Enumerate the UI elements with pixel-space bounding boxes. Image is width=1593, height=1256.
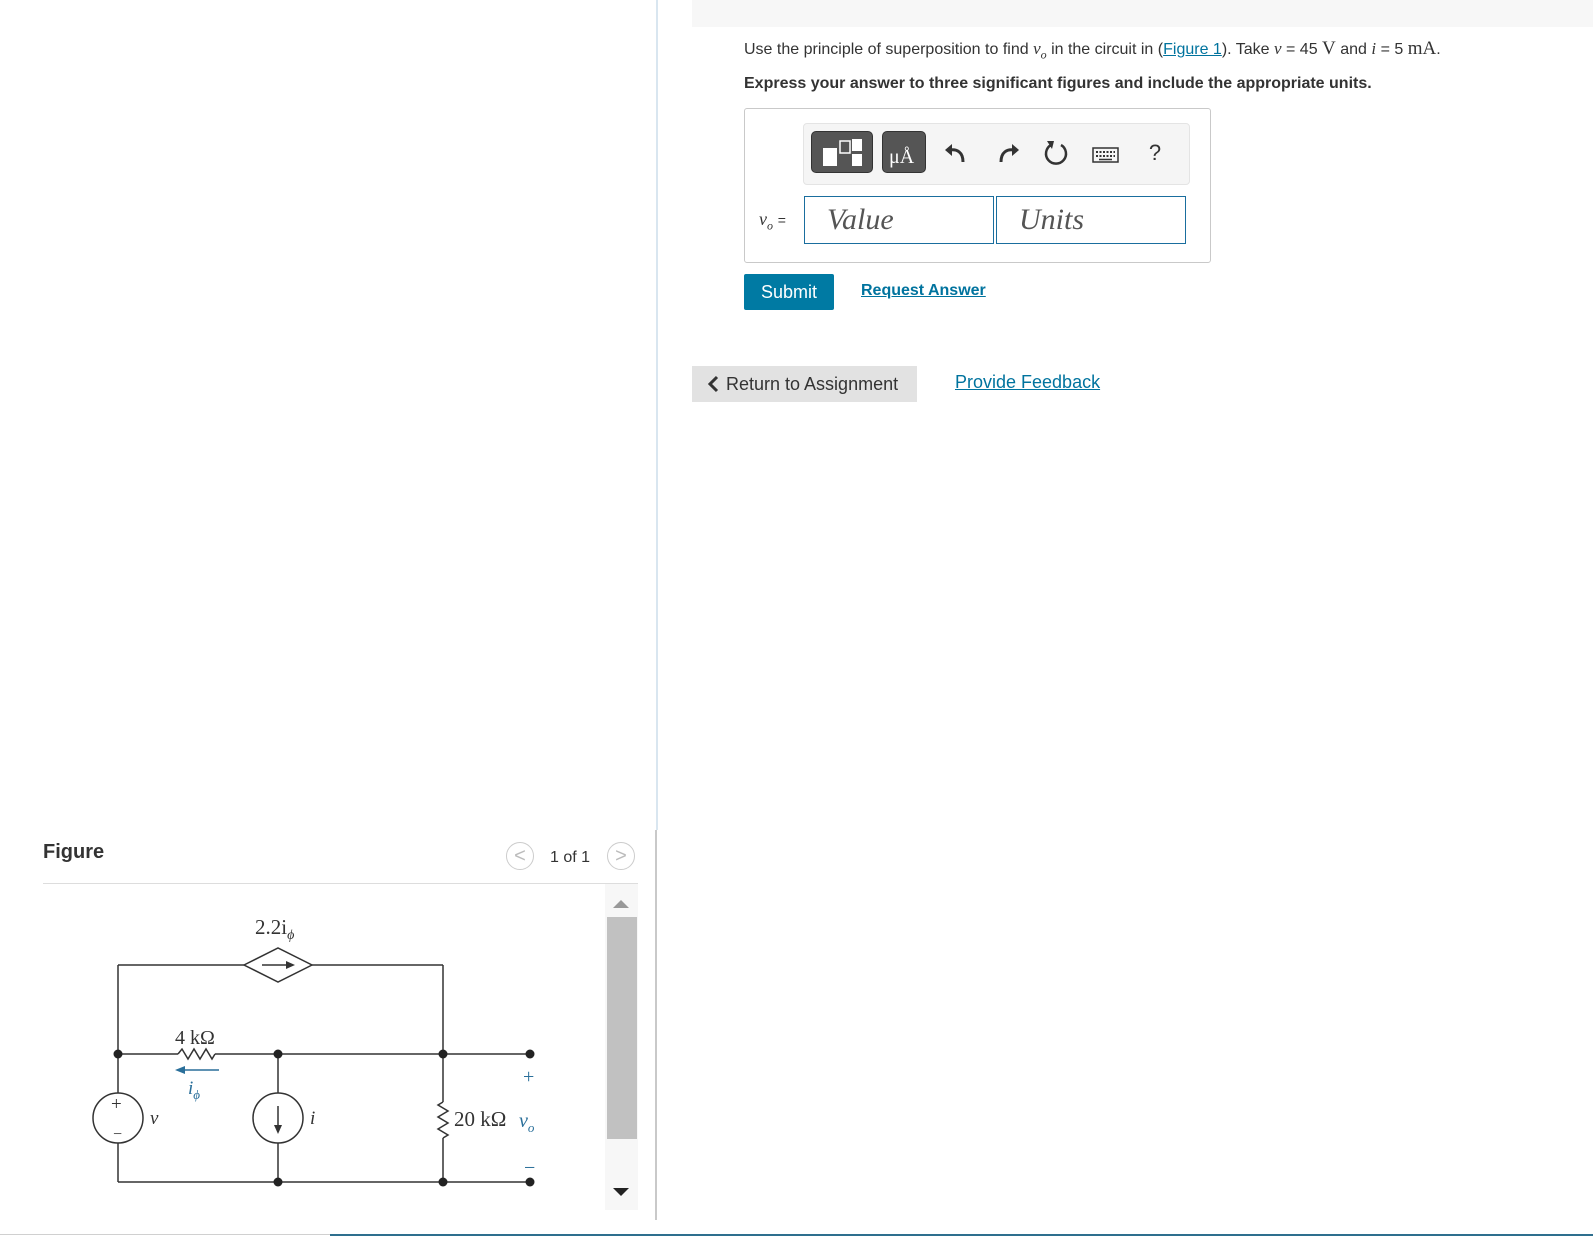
return-to-assignment-button[interactable]: Return to Assignment: [692, 366, 917, 402]
undo-button[interactable]: [941, 138, 971, 168]
submit-button[interactable]: Submit: [744, 274, 834, 310]
reset-button[interactable]: [1041, 138, 1071, 168]
v-source-label: v: [150, 1108, 159, 1129]
keyboard-icon: [1092, 147, 1119, 163]
dependent-source-label: 2.2iϕ: [255, 915, 294, 943]
panel-divider: [656, 0, 658, 830]
bottom-accent-line: [330, 1234, 1593, 1236]
figure-pager: 1 of 1: [550, 849, 591, 866]
figure-link[interactable]: Figure 1: [1163, 41, 1222, 58]
units-input[interactable]: Units: [996, 196, 1186, 244]
templates-button[interactable]: [811, 131, 873, 173]
chevron-left-icon: [707, 375, 719, 393]
vo-symbol: vo: [1033, 39, 1047, 62]
i-phi-label: iϕ: [188, 1078, 200, 1102]
undo-icon: [945, 144, 965, 163]
figure-title: Figure: [43, 841, 105, 863]
r2-label: 20 kΩ: [454, 1107, 506, 1131]
source-plus: +: [111, 1094, 122, 1115]
r1-label: 4 kΩ: [175, 1027, 215, 1049]
vo-label: vo: [519, 1110, 535, 1135]
help-button[interactable]: ?: [1140, 138, 1170, 168]
provide-feedback-link[interactable]: Provide Feedback: [955, 372, 1100, 393]
i-source-label: i: [310, 1108, 315, 1129]
redo-button[interactable]: [993, 138, 1023, 168]
next-figure-button[interactable]: >: [607, 842, 635, 870]
panel-divider-lower: [655, 830, 657, 1220]
source-minus: −: [113, 1126, 122, 1143]
vo-minus: −: [524, 1157, 535, 1179]
units-button[interactable]: μÅ: [882, 131, 926, 173]
circuit-diagram: 2.2iϕ 4 kΩ iϕ + − v i 20 kΩ vo + −: [92, 915, 535, 1187]
scrollbar-thumb[interactable]: [607, 917, 637, 1139]
redo-icon: [999, 144, 1019, 163]
keyboard-button[interactable]: [1090, 138, 1122, 168]
value-input[interactable]: Value: [804, 196, 994, 244]
request-answer-link[interactable]: Request Answer: [861, 282, 986, 300]
prev-figure-button[interactable]: <: [506, 842, 534, 870]
reset-icon: [1044, 141, 1068, 165]
units-icon: μÅ: [889, 146, 915, 168]
templates-icon: [823, 139, 862, 166]
answer-instructions: Express your answer to three significant…: [744, 75, 1372, 92]
vo-plus: +: [523, 1066, 534, 1088]
top-band: [692, 0, 1593, 27]
problem-statement: Use the principle of superposition to fi…: [744, 38, 1441, 62]
answer-label: vo =: [759, 209, 786, 233]
